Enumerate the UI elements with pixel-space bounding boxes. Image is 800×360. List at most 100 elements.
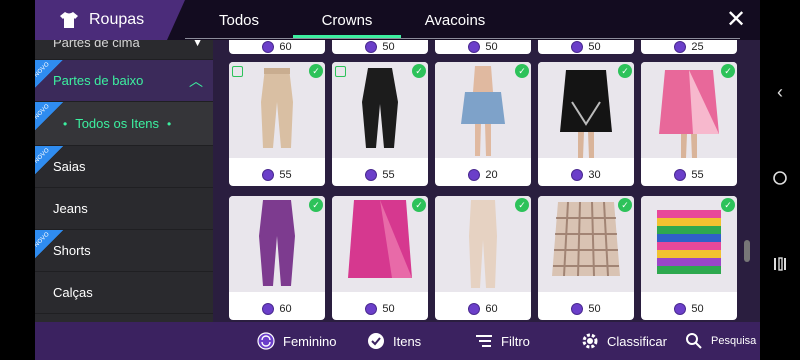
check-icon: ✓: [412, 198, 426, 212]
sidebar-item-label: Calças: [53, 285, 93, 300]
item-grid: 60 50 50 50 25 ✓ 55 ✓ 55 ✓ 20 ✓ 30 ✓ 55 …: [221, 40, 745, 322]
item-card[interactable]: ✓ 55: [229, 62, 325, 186]
sort-button[interactable]: Classificar: [581, 322, 667, 360]
bullet-icon: •: [167, 116, 172, 131]
tab-bar: Todos Crowns Avacoins: [185, 0, 509, 40]
scroll-thumb[interactable]: [744, 240, 750, 262]
back-icon[interactable]: ‹: [770, 82, 790, 102]
item-price: 25: [691, 41, 704, 53]
novo-badge: NOVO: [35, 230, 63, 258]
check-icon: ✓: [618, 198, 632, 212]
category-button[interactable]: Roupas: [35, 0, 185, 40]
tab-divider: [185, 38, 740, 39]
item-card[interactable]: ✓ 60: [229, 196, 325, 320]
sort-gear-icon: [581, 332, 599, 350]
item-card[interactable]: 50: [435, 40, 531, 54]
gender-label: Feminino: [283, 333, 337, 349]
sidebar-item-todos-os-itens[interactable]: NOVO • Todos os Itens •: [35, 102, 213, 146]
item-card[interactable]: ✓ 50: [641, 196, 737, 320]
item-card[interactable]: ✓ 20: [435, 62, 531, 186]
tab-avacoins[interactable]: Avacoins: [401, 0, 509, 40]
check-icon: ✓: [412, 64, 426, 78]
header: Roupas Todos Crowns Avacoins ✕: [35, 0, 760, 40]
crown-coin-icon: [674, 41, 687, 53]
filter-button[interactable]: Filtro: [475, 322, 530, 360]
gender-button[interactable]: Feminino: [257, 322, 336, 360]
items-button[interactable]: Itens: [367, 322, 421, 360]
shirt-icon: [60, 12, 78, 28]
item-price: 60: [279, 41, 292, 53]
crown-coin-icon: [365, 303, 378, 315]
crown-coin-icon: [468, 303, 481, 315]
chevron-up-icon: ︿: [189, 72, 203, 89]
crown-coin-icon: [571, 303, 584, 315]
system-nav-bar: ‹: [760, 0, 800, 360]
item-card[interactable]: ✓ 50: [538, 196, 634, 320]
close-icon[interactable]: ✕: [724, 8, 748, 32]
crown-coin-icon: [365, 169, 378, 181]
item-card[interactable]: ✓ 60: [435, 196, 531, 320]
crown-coin-icon: [468, 41, 481, 53]
sidebar-item-label: Todos os Itens: [75, 116, 160, 131]
item-card[interactable]: ✓ 50: [332, 196, 428, 320]
check-icon: ✓: [309, 198, 323, 212]
sidebar-item-shorts[interactable]: NOVO Shorts: [35, 230, 213, 272]
recents-icon[interactable]: [770, 256, 790, 276]
bottom-toolbar: Feminino Itens Filtro Classificar Pesqui…: [35, 322, 760, 360]
item-card[interactable]: 25: [641, 40, 737, 54]
crown-coin-icon: [365, 41, 378, 53]
search-label: Pesquisa: [711, 335, 757, 347]
novo-badge: NOVO: [35, 146, 63, 174]
crown-coin-icon: [571, 41, 584, 53]
item-price: 60: [485, 303, 498, 315]
home-icon[interactable]: [770, 170, 790, 190]
search-button[interactable]: Pesquisa: [685, 322, 756, 360]
sort-label: Classificar: [607, 333, 667, 349]
item-card[interactable]: ✓ 55: [332, 62, 428, 186]
crown-coin-icon: [262, 303, 275, 315]
check-icon: ✓: [515, 64, 529, 78]
item-price: 20: [485, 169, 498, 181]
item-price: 55: [279, 169, 292, 181]
crown-coin-icon: [262, 169, 275, 181]
category-label: Roupas: [89, 11, 145, 28]
tab-crowns[interactable]: Crowns: [293, 0, 401, 40]
sidebar-item-label: Partes de cima: [53, 40, 140, 50]
check-circle-icon: [367, 332, 385, 350]
item-card[interactable]: 50: [538, 40, 634, 54]
item-price: 50: [382, 303, 395, 315]
sidebar-item-partes-de-baixo[interactable]: NOVO Partes de baixo ︿: [35, 60, 213, 102]
item-price: 30: [588, 169, 601, 181]
item-price: 50: [485, 41, 498, 53]
item-card[interactable]: 60: [229, 40, 325, 54]
grid-scrollbar[interactable]: [744, 40, 750, 322]
crown-coin-icon: [674, 169, 687, 181]
sidebar-item-label: Partes de baixo: [53, 73, 144, 88]
gender-swap-icon: [257, 332, 275, 350]
sidebar: Partes de cima ▼ NOVO Partes de baixo ︿ …: [35, 40, 213, 322]
sidebar-item-jeans[interactable]: Jeans: [35, 188, 213, 230]
crown-coin-icon: [262, 41, 275, 53]
app-window: Roupas Todos Crowns Avacoins ✕ Partes de…: [35, 0, 760, 360]
sidebar-item-label: Jeans: [53, 201, 88, 216]
sidebar-item-saias[interactable]: NOVO Saias: [35, 146, 213, 188]
check-icon: ✓: [618, 64, 632, 78]
item-card[interactable]: ✓ 30: [538, 62, 634, 186]
sidebar-item-partes-de-cima[interactable]: Partes de cima ▼: [35, 40, 213, 60]
crown-coin-icon: [571, 169, 584, 181]
item-price: 50: [588, 41, 601, 53]
novo-badge: NOVO: [35, 102, 63, 130]
search-icon: [685, 332, 703, 350]
tab-todos[interactable]: Todos: [185, 0, 293, 40]
item-price: 50: [691, 303, 704, 315]
crown-coin-icon: [468, 169, 481, 181]
crown-coin-icon: [674, 303, 687, 315]
item-price: 60: [279, 303, 292, 315]
item-price: 55: [382, 169, 395, 181]
novo-badge: NOVO: [35, 60, 63, 88]
item-card[interactable]: ✓ 55: [641, 62, 737, 186]
check-icon: ✓: [721, 198, 735, 212]
sidebar-item-calcas[interactable]: Calças: [35, 272, 213, 314]
item-card[interactable]: 50: [332, 40, 428, 54]
chevron-down-icon: ▼: [192, 40, 203, 49]
